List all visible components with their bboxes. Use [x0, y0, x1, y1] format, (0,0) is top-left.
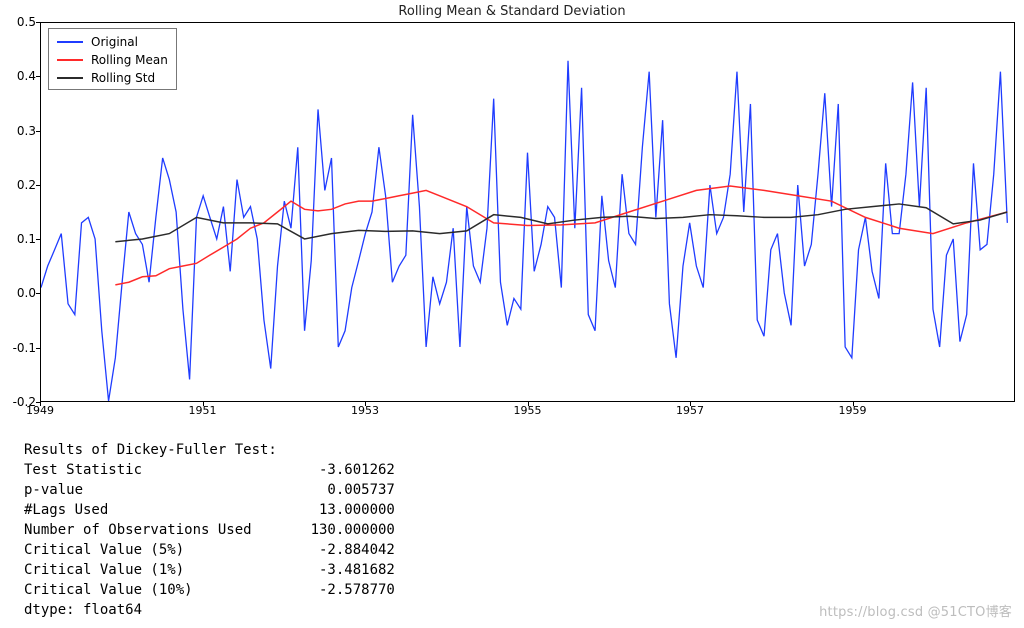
y-tick-label: 0.4	[2, 69, 36, 83]
legend-item-rolling-std: Rolling Std	[57, 69, 168, 87]
dickey-fuller-results: Results of Dickey-Fuller Test: Test Stat…	[24, 440, 395, 620]
legend-item-original: Original	[57, 33, 168, 51]
legend-swatch-original	[57, 41, 83, 43]
figure-container: { "chart_data": { "type": "line", "title…	[0, 0, 1024, 628]
legend-item-rolling-mean: Rolling Mean	[57, 51, 168, 69]
y-tick-label: 0.1	[2, 232, 36, 246]
y-tick-label: 0.0	[2, 286, 36, 300]
y-tick-label: 0.2	[2, 178, 36, 192]
y-tick-label: -0.1	[2, 341, 36, 355]
chart-title: Rolling Mean & Standard Deviation	[0, 4, 1024, 19]
legend-swatch-rolling-std	[57, 77, 83, 79]
series-original	[41, 61, 1007, 401]
legend-box: Original Rolling Mean Rolling Std	[48, 28, 177, 90]
legend-label: Rolling Std	[91, 71, 155, 85]
chart-svg	[41, 23, 1014, 401]
chart-plot-area	[40, 22, 1015, 402]
y-tick-label: 0.5	[2, 15, 36, 29]
watermark-text: https://blog.csd @51CTO博客	[819, 601, 1012, 620]
legend-swatch-rolling-mean	[57, 59, 83, 61]
y-tick-label: 0.3	[2, 124, 36, 138]
legend-label: Original	[91, 35, 138, 49]
legend-label: Rolling Mean	[91, 53, 168, 67]
